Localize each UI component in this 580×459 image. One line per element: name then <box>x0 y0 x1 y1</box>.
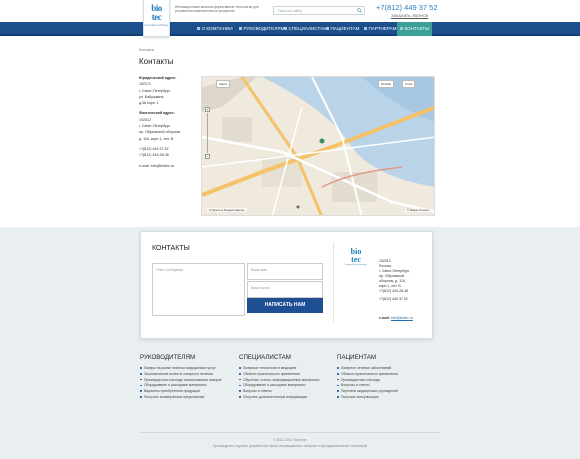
footer-link[interactable]: Области практического применения <box>337 372 433 376</box>
footer-link[interactable]: Лазерные технологии в медицине <box>239 366 335 370</box>
page-title: Контакты <box>139 57 174 66</box>
nav-item-label: ПАЦИЕНТАМ <box>330 26 360 31</box>
square-icon <box>364 26 367 30</box>
submit-button[interactable]: НАПИСАТЬ НАМ <box>247 298 323 313</box>
card-address: 192012 Россия, г. Санкт-Петербург, пр. О… <box>379 259 429 302</box>
nav-item-label: О КОМПАНИИ <box>201 26 233 31</box>
breadcrumb[interactable]: Контакты <box>139 48 154 52</box>
footer-column-title[interactable]: РУКОВОДИТЕЛЯМ <box>140 354 236 361</box>
footer-link[interactable]: Преимущества и выгоды <box>337 378 433 382</box>
message-placeholder: Текст сообщения <box>156 268 184 272</box>
nav-item-partners[interactable]: ПАРТНЕРАМ <box>364 22 397 36</box>
card-email-label: e-mail: <box>379 316 390 320</box>
main-nav: О КОМПАНИИ РУКОВОДИТЕЛЯМ СПЕЦИАЛИСТАМ ПА… <box>0 22 580 36</box>
nav-item-company[interactable]: О КОМПАНИИ <box>197 22 233 36</box>
open-in-yandex-link[interactable]: Открыть в Яндекс.Картах <box>207 208 247 212</box>
site-logo[interactable]: bio tec biomedical technology <box>143 0 170 37</box>
nav-item-label: РУКОВОДИТЕЛЯМ <box>243 26 285 31</box>
footer-link[interactable]: Получить коммерческое предложение <box>140 395 236 399</box>
copyright: © 2012–2013 «Биотек» <box>273 438 307 442</box>
footer-note: Производство, научные разработки в сфере… <box>212 444 368 448</box>
footer-column-title[interactable]: СПЕЦИАЛИСТАМ <box>239 354 335 361</box>
zoom-control[interactable]: + − <box>205 107 210 159</box>
zoom-slider[interactable] <box>207 113 208 153</box>
square-icon <box>326 26 329 30</box>
map-copyright: © Яндекс Условия <box>404 209 431 212</box>
footer-link[interactable]: Обучение, статьи, информационные материа… <box>239 378 335 382</box>
footer-column-title[interactable]: ПАЦИЕНТАМ <box>337 354 433 361</box>
square-icon <box>400 26 403 30</box>
email-field[interactable]: Ваша почта <box>247 281 323 298</box>
footer-link[interactable]: Экономические аспекты лазерного лечения <box>140 372 236 376</box>
nav-item-managers[interactable]: РУКОВОДИТЕЛЯМ <box>239 22 284 36</box>
site-header: bio tec biomedical technology Инновацион… <box>0 0 580 37</box>
card-logo-tec: tec <box>351 255 361 264</box>
nav-item-contacts[interactable]: КОНТАКТЫ <box>397 22 433 36</box>
footer-link[interactable]: Лазерное лечение заболеваний <box>337 366 433 370</box>
footer-column-specialists: СПЕЦИАЛИСТАМ Лазерные технологии в медиц… <box>239 354 335 401</box>
footer-link[interactable]: Оборудование и расходные материалы <box>140 383 236 387</box>
message-textarea[interactable]: Текст сообщения <box>152 263 245 316</box>
nav-item-patients[interactable]: ПАЦИЕНТАМ <box>326 22 360 36</box>
footer-link[interactable]: Вопросы и ответы <box>239 389 335 393</box>
layers-button[interactable]: Слои <box>402 80 416 88</box>
callback-link[interactable]: ЗАКАЗАТЬ ЗВОНОК <box>391 13 428 18</box>
footer-link[interactable]: Вопросы и ответы <box>337 383 433 387</box>
yandex-map[interactable]: Карта Пробки Слои + − Открыть в Яндекс.К… <box>201 76 435 216</box>
footer-column-patients: ПАЦИЕНТАМ Лазерное лечение заболеваний О… <box>337 354 433 401</box>
search-input[interactable]: Поиск по сайту <box>273 6 365 15</box>
contact-form-title: КОНТАКТЫ <box>152 245 190 252</box>
square-icon <box>284 26 287 30</box>
card-email-link[interactable]: info@biotec.ru <box>391 316 413 320</box>
square-icon <box>239 26 242 30</box>
email-line[interactable]: e-mail: info@biotec.ru <box>139 163 201 169</box>
footer-link[interactable]: Преимущества и выгоды использования лазе… <box>140 378 236 382</box>
card-address-line: +7(812) 449 37 52 <box>379 297 408 301</box>
footer-link[interactable]: Получить дополнительную информацию <box>239 395 335 399</box>
name-field[interactable]: Ваше имя <box>247 263 323 280</box>
contact-form-card: КОНТАКТЫ Текст сообщения Ваше имя Ваша п… <box>140 231 433 339</box>
card-logo-sub: biomedical technology <box>345 264 367 266</box>
header-phone[interactable]: +7(812) 449 37 52 <box>376 3 438 12</box>
footer-link[interactable]: Получить консультацию <box>337 395 433 399</box>
footer-link[interactable]: Варианты приобретения продукции <box>140 389 236 393</box>
logo-subtitle: biomedical technology <box>144 24 169 27</box>
card-logo: bio tec biomedical technology <box>344 248 368 267</box>
footer-link[interactable]: Области практического применения <box>239 372 335 376</box>
search-placeholder: Поиск по сайту <box>278 9 302 13</box>
square-icon <box>197 26 200 30</box>
nav-item-label: СПЕЦИАЛИСТАМ <box>288 26 328 31</box>
footer-link[interactable]: Перечень медицинских учреждений <box>337 389 433 393</box>
map-canvas <box>202 77 434 215</box>
card-divider <box>333 242 334 322</box>
logo-text-tec: tec <box>151 12 162 22</box>
nav-item-label: КОНТАКТЫ <box>404 26 430 31</box>
email-placeholder: Ваша почта <box>251 286 270 290</box>
zoom-in-icon[interactable]: + <box>205 107 210 112</box>
footer-link[interactable]: Лазеры на рынке платных медицинских услу… <box>140 366 236 370</box>
name-placeholder: Ваше имя <box>251 268 267 272</box>
address-block: Юридический адрес: 192171 г. Санкт-Петер… <box>139 75 201 169</box>
traffic-button[interactable]: Пробки <box>378 80 395 88</box>
search-icon[interactable] <box>357 8 362 13</box>
footer-divider <box>140 432 440 433</box>
site-tagline: Инновационные высокоэ-ффективные техноло… <box>175 5 259 13</box>
nav-item-specialists[interactable]: СПЕЦИАЛИСТАМ <box>284 22 327 36</box>
map-type-button[interactable]: Карта <box>216 80 231 88</box>
zoom-out-icon[interactable]: − <box>205 154 210 159</box>
nav-item-label: ПАРТНЕРАМ <box>368 26 397 31</box>
card-email: e-mail: info@biotec.ru <box>379 316 413 320</box>
footer-link[interactable]: Оборудование и расходные материалы <box>239 383 335 387</box>
footer-column-managers: РУКОВОДИТЕЛЯМ Лазеры на рынке платных ме… <box>140 354 236 401</box>
